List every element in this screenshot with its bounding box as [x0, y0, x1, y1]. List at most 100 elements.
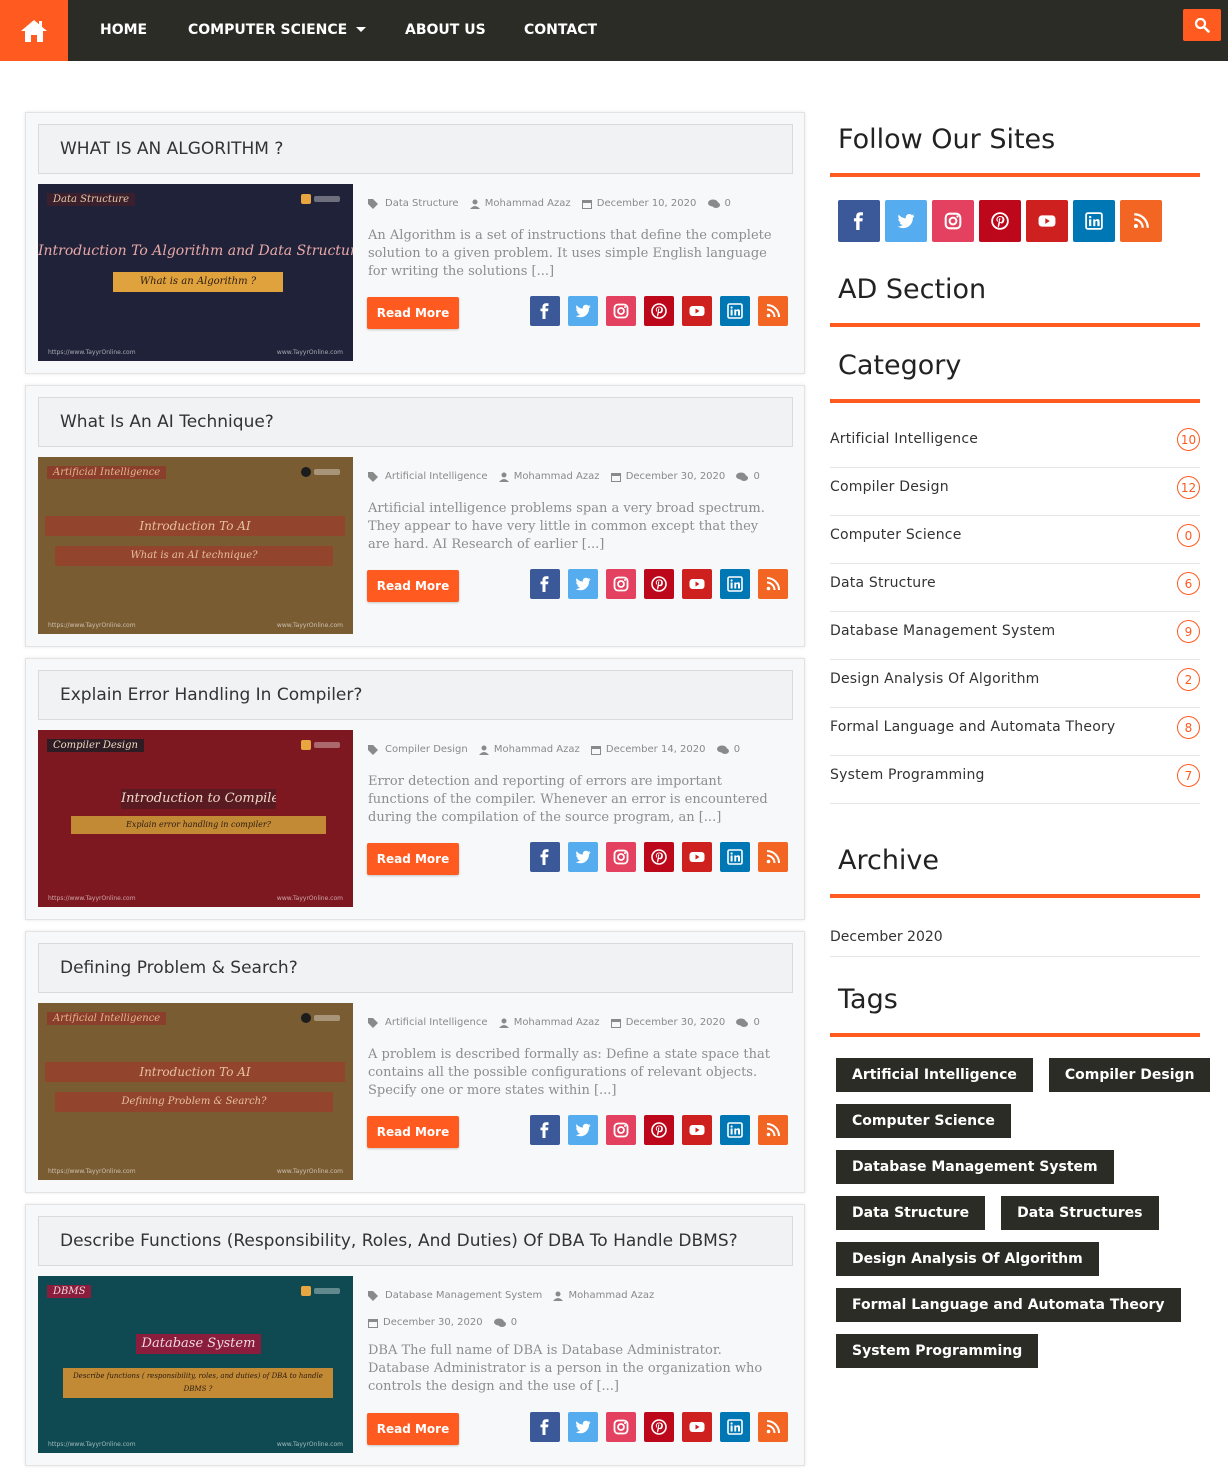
post-comment-count[interactable]: 0	[725, 197, 731, 211]
twitter-share-button[interactable]	[568, 1115, 598, 1145]
twitter-share-button[interactable]	[568, 1412, 598, 1442]
facebook-share-button[interactable]	[530, 842, 560, 872]
post-category[interactable]: Database Management System	[385, 1284, 542, 1308]
linkedin-share-button[interactable]	[720, 1412, 750, 1442]
category-item[interactable]: Computer Science 0	[830, 516, 1200, 564]
twitter-follow-button[interactable]	[885, 200, 927, 242]
nav-contact[interactable]: CONTACT	[524, 0, 597, 61]
archive-item[interactable]: December 2020	[830, 920, 1200, 957]
youtube-share-button[interactable]	[682, 1412, 712, 1442]
category-item[interactable]: Design Analysis Of Algorithm 2	[830, 660, 1200, 708]
tag-button[interactable]: Computer Science	[836, 1104, 1011, 1138]
linkedin-share-button[interactable]	[720, 842, 750, 872]
post-author[interactable]: Mohammad Azaz	[514, 1016, 600, 1030]
post-comment-count[interactable]: 0	[753, 470, 759, 484]
rss-share-button[interactable]	[758, 842, 788, 872]
post-author[interactable]: Mohammad Azaz	[568, 1284, 654, 1308]
pinterest-share-button[interactable]	[644, 842, 674, 872]
post-thumbnail[interactable]: Compiler Design Introduction to Compiler…	[38, 730, 353, 907]
pinterest-share-button[interactable]	[644, 569, 674, 599]
tag-button[interactable]: Design Analysis Of Algorithm	[836, 1242, 1099, 1276]
instagram-share-button[interactable]	[606, 1412, 636, 1442]
instagram-share-button[interactable]	[606, 296, 636, 326]
post-author[interactable]: Mohammad Azaz	[514, 470, 600, 484]
youtube-share-button[interactable]	[682, 842, 712, 872]
tag-button[interactable]: Formal Language and Automata Theory	[836, 1288, 1181, 1322]
post-title[interactable]: Defining Problem & Search?	[60, 958, 298, 978]
linkedin-share-button[interactable]	[720, 296, 750, 326]
post-comment-count[interactable]: 0	[753, 1016, 759, 1030]
tag-button[interactable]: System Programming	[836, 1334, 1039, 1368]
nav-home[interactable]: HOME	[100, 0, 147, 61]
category-item[interactable]: Data Structure 6	[830, 564, 1200, 612]
twitter-share-button[interactable]	[568, 569, 598, 599]
category-item[interactable]: Artificial Intelligence 10	[830, 420, 1200, 468]
pinterest-share-button[interactable]	[644, 296, 674, 326]
tag-button[interactable]: Data Structure	[836, 1196, 986, 1230]
instagram-share-button[interactable]	[606, 569, 636, 599]
rss-share-button[interactable]	[758, 569, 788, 599]
post-title[interactable]: WHAT IS AN ALGORITHM ?	[60, 139, 283, 159]
home-button[interactable]	[0, 0, 68, 61]
youtube-share-button[interactable]	[682, 569, 712, 599]
youtube-share-button[interactable]	[682, 296, 712, 326]
instagram-share-button[interactable]	[606, 842, 636, 872]
category-item[interactable]: Formal Language and Automata Theory 8	[830, 708, 1200, 756]
rss-share-button[interactable]	[758, 1412, 788, 1442]
facebook-share-button[interactable]	[530, 296, 560, 326]
tag-button[interactable]: Data Structures	[1001, 1196, 1159, 1230]
read-more-button[interactable]: Read More	[367, 570, 459, 602]
facebook-follow-button[interactable]	[838, 200, 880, 242]
instagram-share-button[interactable]	[606, 1115, 636, 1145]
post-category[interactable]: Artificial Intelligence	[385, 470, 488, 484]
post-category[interactable]: Data Structure	[385, 197, 459, 211]
post-comment-count[interactable]: 0	[734, 743, 740, 757]
rss-share-button[interactable]	[758, 1115, 788, 1145]
twitter-share-button[interactable]	[568, 296, 598, 326]
rss-follow-button[interactable]	[1120, 200, 1162, 242]
tag-button[interactable]: Database Management System	[836, 1150, 1114, 1184]
post-comment-count[interactable]: 0	[511, 1311, 517, 1335]
thumbnail-band: Explain error handling in compiler?	[71, 816, 326, 834]
post-thumbnail[interactable]: DBMS Database System Describe functions …	[38, 1276, 353, 1453]
pinterest-share-button[interactable]	[644, 1412, 674, 1442]
post-title[interactable]: Explain Error Handling In Compiler?	[60, 685, 362, 705]
nav-about-us[interactable]: ABOUT US	[405, 0, 486, 61]
search-button[interactable]	[1183, 9, 1221, 41]
post-category[interactable]: Artificial Intelligence	[385, 1016, 488, 1030]
post-category[interactable]: Compiler Design	[385, 743, 468, 757]
facebook-share-button[interactable]	[530, 569, 560, 599]
linkedin-share-button[interactable]	[720, 569, 750, 599]
tag-button[interactable]: Compiler Design	[1048, 1058, 1211, 1092]
youtube-follow-button[interactable]	[1026, 200, 1068, 242]
read-more-button[interactable]: Read More	[367, 843, 459, 875]
post-thumbnail[interactable]: Artificial Intelligence Introduction To …	[38, 457, 353, 634]
youtube-share-button[interactable]	[682, 1115, 712, 1145]
post-title[interactable]: Describe Functions (Responsibility, Role…	[60, 1231, 738, 1251]
linkedin-follow-button[interactable]	[1073, 200, 1115, 242]
nav-computer-science[interactable]: COMPUTER SCIENCE	[188, 0, 367, 61]
read-more-button[interactable]: Read More	[367, 1116, 459, 1148]
read-more-button[interactable]: Read More	[367, 297, 459, 329]
user-icon	[469, 199, 480, 209]
category-item[interactable]: Database Management System 9	[830, 612, 1200, 660]
facebook-share-button[interactable]	[530, 1115, 560, 1145]
rss-share-button[interactable]	[758, 296, 788, 326]
post-thumbnail[interactable]: Artificial Intelligence Introduction To …	[38, 1003, 353, 1180]
facebook-share-button[interactable]	[530, 1412, 560, 1442]
comments-icon	[736, 1018, 749, 1027]
category-item[interactable]: System Programming 7	[830, 756, 1200, 804]
post-title[interactable]: What Is An AI Technique?	[60, 412, 274, 432]
post-author[interactable]: Mohammad Azaz	[494, 743, 580, 757]
instagram-follow-button[interactable]	[932, 200, 974, 242]
post-thumbnail[interactable]: Data Structure Introduction To Algorithm…	[38, 184, 353, 361]
read-more-button[interactable]: Read More	[367, 1413, 459, 1445]
linkedin-share-button[interactable]	[720, 1115, 750, 1145]
pinterest-follow-button[interactable]	[979, 200, 1021, 242]
tag-button[interactable]: Artificial Intelligence	[836, 1058, 1033, 1092]
pinterest-share-button[interactable]	[644, 1115, 674, 1145]
post-author[interactable]: Mohammad Azaz	[485, 197, 571, 211]
post-meta: Database Management System Mohammad Azaz…	[368, 1284, 788, 1338]
category-item[interactable]: Compiler Design 12	[830, 468, 1200, 516]
twitter-share-button[interactable]	[568, 842, 598, 872]
